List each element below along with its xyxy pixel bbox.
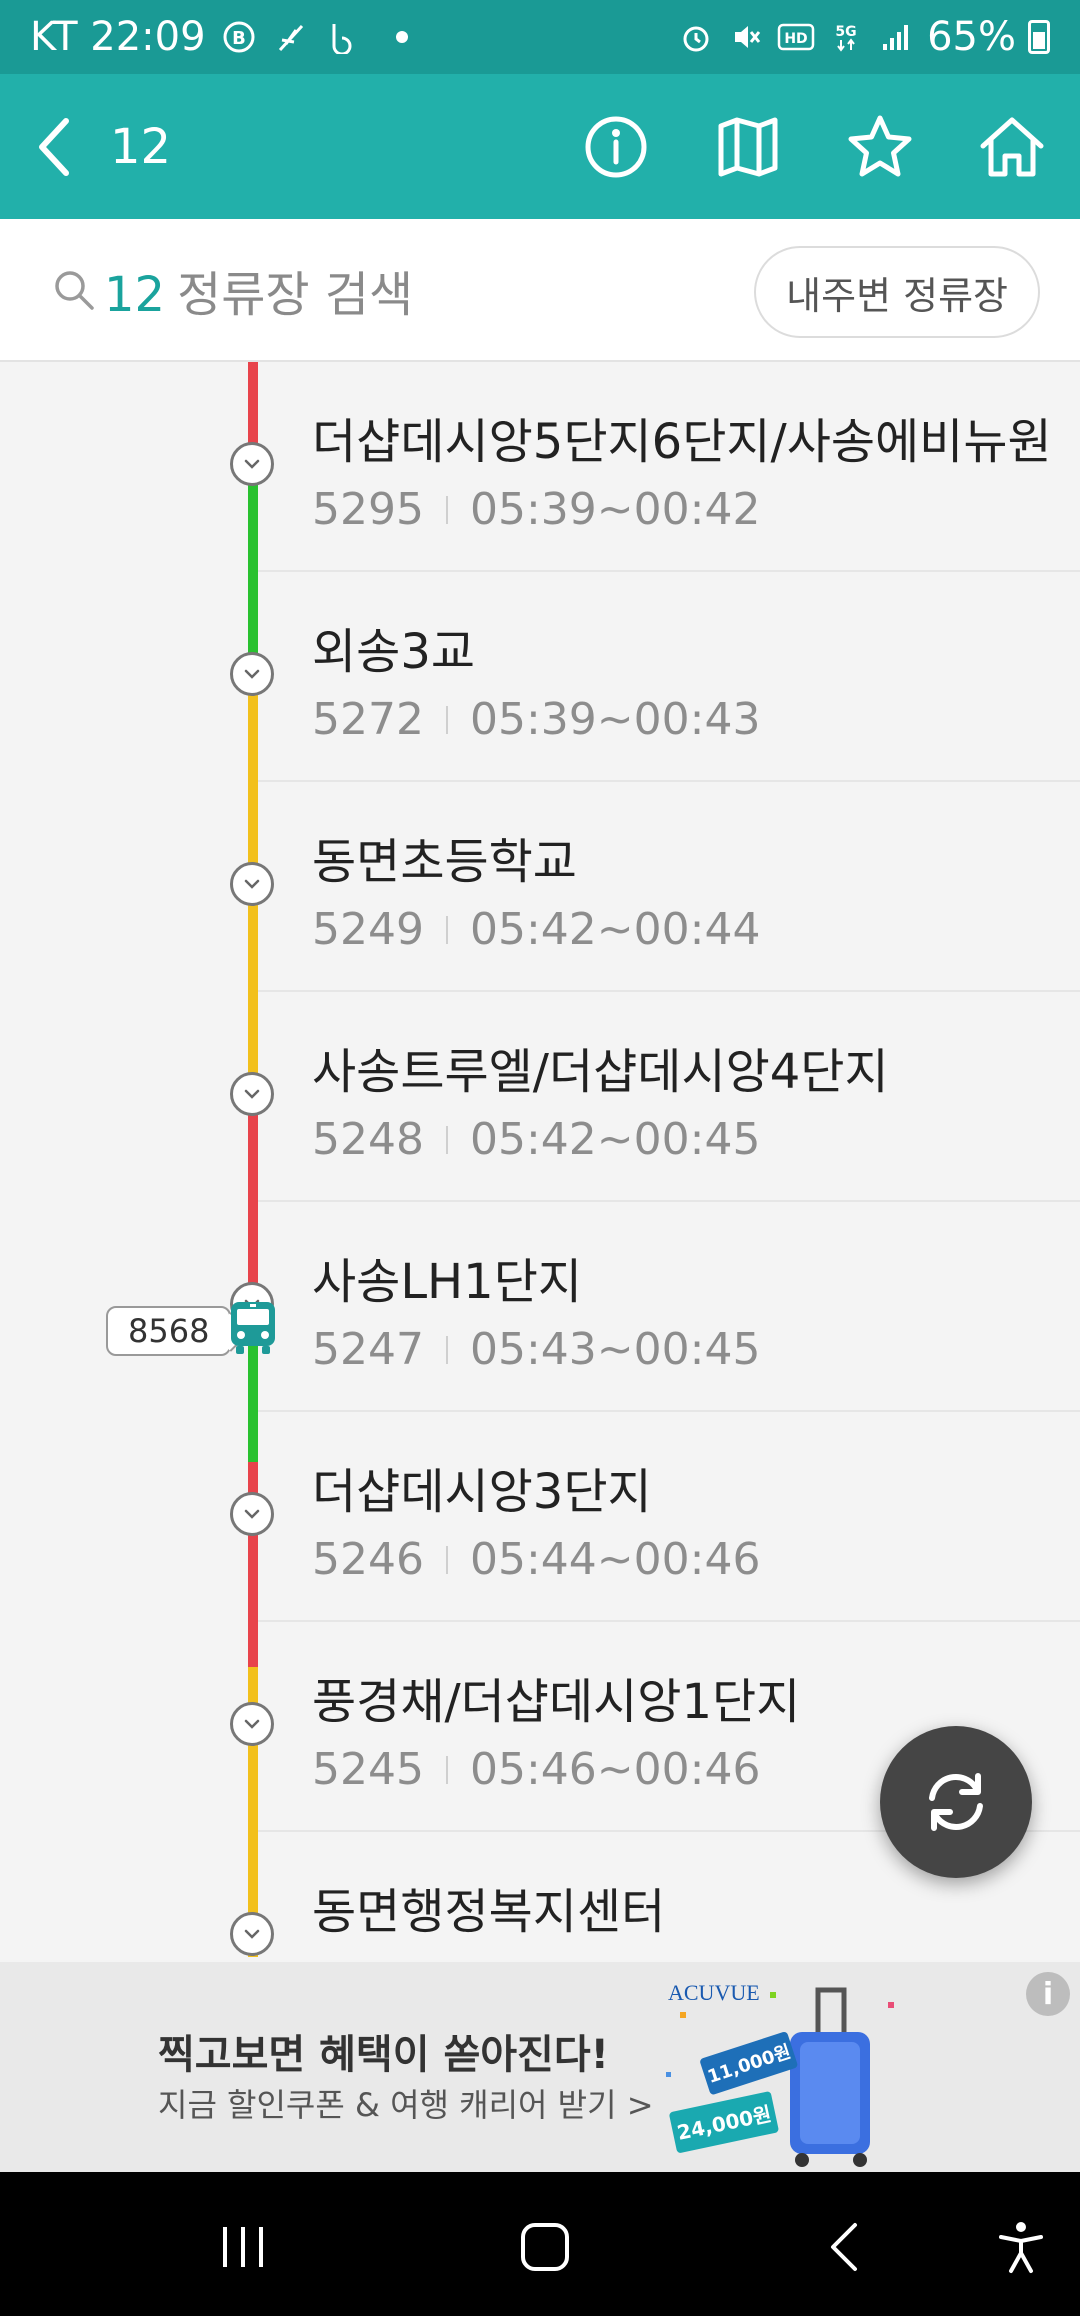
recent-apps-button[interactable]	[208, 2212, 278, 2282]
5g-icon: 5G	[827, 18, 865, 56]
back-button[interactable]	[0, 74, 110, 219]
stop-node-chevron-down-icon	[230, 1492, 274, 1536]
stop-item[interactable]: 사송트루엘/더샵데시앙4단지 5248 05:42~00:45	[258, 992, 1080, 1202]
stop-code: 5272	[312, 694, 424, 745]
stop-hours: 05:39~00:42	[469, 484, 761, 535]
map-button[interactable]	[692, 91, 804, 203]
back-nav-button[interactable]	[812, 2212, 882, 2282]
stop-name: 사송LH1단지	[312, 1254, 583, 1310]
svg-text:HD: HD	[784, 31, 807, 47]
info-icon	[585, 116, 647, 177]
stop-code: 5248	[312, 1114, 424, 1165]
home-button[interactable]	[956, 91, 1068, 203]
accessibility-icon	[999, 2222, 1043, 2273]
search-icon	[55, 270, 94, 310]
recent-apps-icon	[223, 2227, 263, 2267]
stop-name: 더샵데시앙3단지	[312, 1464, 652, 1520]
app-bar: 12	[0, 74, 1080, 219]
stop-node-chevron-down-icon	[230, 1912, 274, 1956]
bus-number-label[interactable]: 8568	[106, 1306, 232, 1356]
accessibility-button[interactable]	[986, 2212, 1056, 2282]
stop-item[interactable]: 외송3교 5272 05:39~00:43	[258, 572, 1080, 782]
b-app-icon: B	[220, 18, 258, 56]
feather-app-icon	[272, 18, 310, 56]
stop-name: 사송트루엘/더샵데시앙4단지	[312, 1044, 889, 1100]
stop-list: 더샵데시앙5단지6단지/사송에비뉴원 5295 05:39~00:42 외송3교 …	[0, 362, 1080, 1962]
bus-icon[interactable]	[228, 1300, 278, 1356]
carrier-time: KT 22:09	[30, 14, 206, 60]
stop-node-chevron-down-icon	[230, 1702, 274, 1746]
b-logo-icon	[324, 18, 362, 56]
stop-item[interactable]: 동면초등학교 5249 05:42~00:44	[258, 782, 1080, 992]
stop-item[interactable]: 더샵데시앙3단지 5246 05:44~00:46	[258, 1412, 1080, 1622]
nearby-stops-button[interactable]: 내주변 정류장	[754, 246, 1040, 338]
stop-search-bar[interactable]: 12 정류장 검색 내주변 정류장	[0, 219, 1080, 362]
stop-item[interactable]: 사송LH1단지 5247 05:43~00:45	[258, 1202, 1080, 1412]
stop-name: 외송3교	[312, 624, 476, 680]
refresh-icon	[929, 1773, 983, 1831]
ad-subtext[interactable]: 지금 할인쿠폰 & 여행 캐리어 받기 >	[158, 2080, 654, 2126]
stop-node-chevron-down-icon	[230, 862, 274, 906]
search-route-number: 12	[104, 266, 166, 323]
stop-hours: 05:39~00:43	[469, 694, 761, 745]
stop-name: 풍경채/더샵데시앙1단지	[312, 1674, 801, 1730]
stop-hours: 05:44~00:46	[469, 1534, 761, 1585]
battery-icon	[1028, 20, 1050, 54]
meta-divider	[445, 1125, 448, 1154]
ad-headline: 찍고보면 혜택이 쏟아진다!	[158, 2032, 609, 2078]
meta-divider	[445, 705, 448, 734]
status-bar: KT 22:09 B HD 5G 65%	[0, 0, 1080, 74]
meta-divider	[445, 1755, 448, 1784]
stop-hours: 05:42~00:44	[469, 904, 761, 955]
alarm-icon	[677, 18, 715, 56]
ad-suitcase-coupon-image: ACUVUE 11,000원 24,000원	[666, 1980, 894, 2167]
refresh-button[interactable]	[880, 1726, 1032, 1878]
hd-voice-icon: HD	[777, 18, 815, 56]
svg-text:B: B	[232, 28, 246, 49]
signal-icon	[877, 18, 915, 56]
svg-text:5G: 5G	[835, 24, 856, 40]
more-notifications-dot	[395, 31, 408, 43]
search-placeholder: 정류장 검색	[177, 266, 414, 323]
home-nav-icon	[521, 2223, 569, 2271]
meta-divider	[445, 1335, 448, 1364]
stop-hours: 05:43~00:45	[469, 1324, 761, 1375]
favorite-button[interactable]	[824, 91, 936, 203]
stop-name: 동면초등학교	[312, 834, 577, 890]
stop-code: 5245	[312, 1744, 424, 1795]
stop-hours: 05:46~00:46	[469, 1744, 761, 1795]
meta-divider	[445, 915, 448, 944]
route-title: 12	[110, 118, 172, 175]
stop-name: 동면행정복지센터	[312, 1884, 666, 1940]
meta-divider	[445, 495, 448, 524]
meta-divider	[445, 1545, 448, 1574]
stop-name: 더샵데시앙5단지6단지/사송에비뉴원	[312, 414, 1052, 470]
ad-banner[interactable]: 찍고보면 혜택이 쏟아진다! 지금 할인쿠폰 & 여행 캐리어 받기 > ACU…	[0, 1962, 1080, 2172]
stop-code: 5247	[312, 1324, 424, 1375]
stop-node-chevron-down-icon	[230, 652, 274, 696]
ad-info-icon[interactable]: i	[1026, 1972, 1070, 2016]
stop-node-chevron-down-icon	[230, 1072, 274, 1116]
system-nav-bar	[0, 2172, 1080, 2316]
stop-code: 5249	[312, 904, 424, 955]
battery-percent: 65%	[927, 14, 1016, 60]
stop-node-chevron-down-icon	[230, 442, 274, 486]
stop-code: 5295	[312, 484, 424, 535]
star-icon	[848, 115, 912, 176]
info-button[interactable]	[560, 91, 672, 203]
search-input[interactable]: 12 정류장 검색	[104, 255, 413, 325]
stop-item[interactable]: 더샵데시앙5단지6단지/사송에비뉴원 5295 05:39~00:42	[258, 362, 1080, 572]
home-nav-button[interactable]	[510, 2212, 580, 2282]
ad-brand-logo: ACUVUE	[668, 1980, 760, 2005]
chevron-left-icon	[39, 117, 69, 176]
stop-hours: 05:42~00:45	[469, 1114, 761, 1165]
mute-icon	[727, 18, 765, 56]
home-icon	[980, 117, 1044, 176]
back-nav-icon	[831, 2223, 857, 2271]
stop-code: 5246	[312, 1534, 424, 1585]
map-icon	[718, 117, 778, 176]
